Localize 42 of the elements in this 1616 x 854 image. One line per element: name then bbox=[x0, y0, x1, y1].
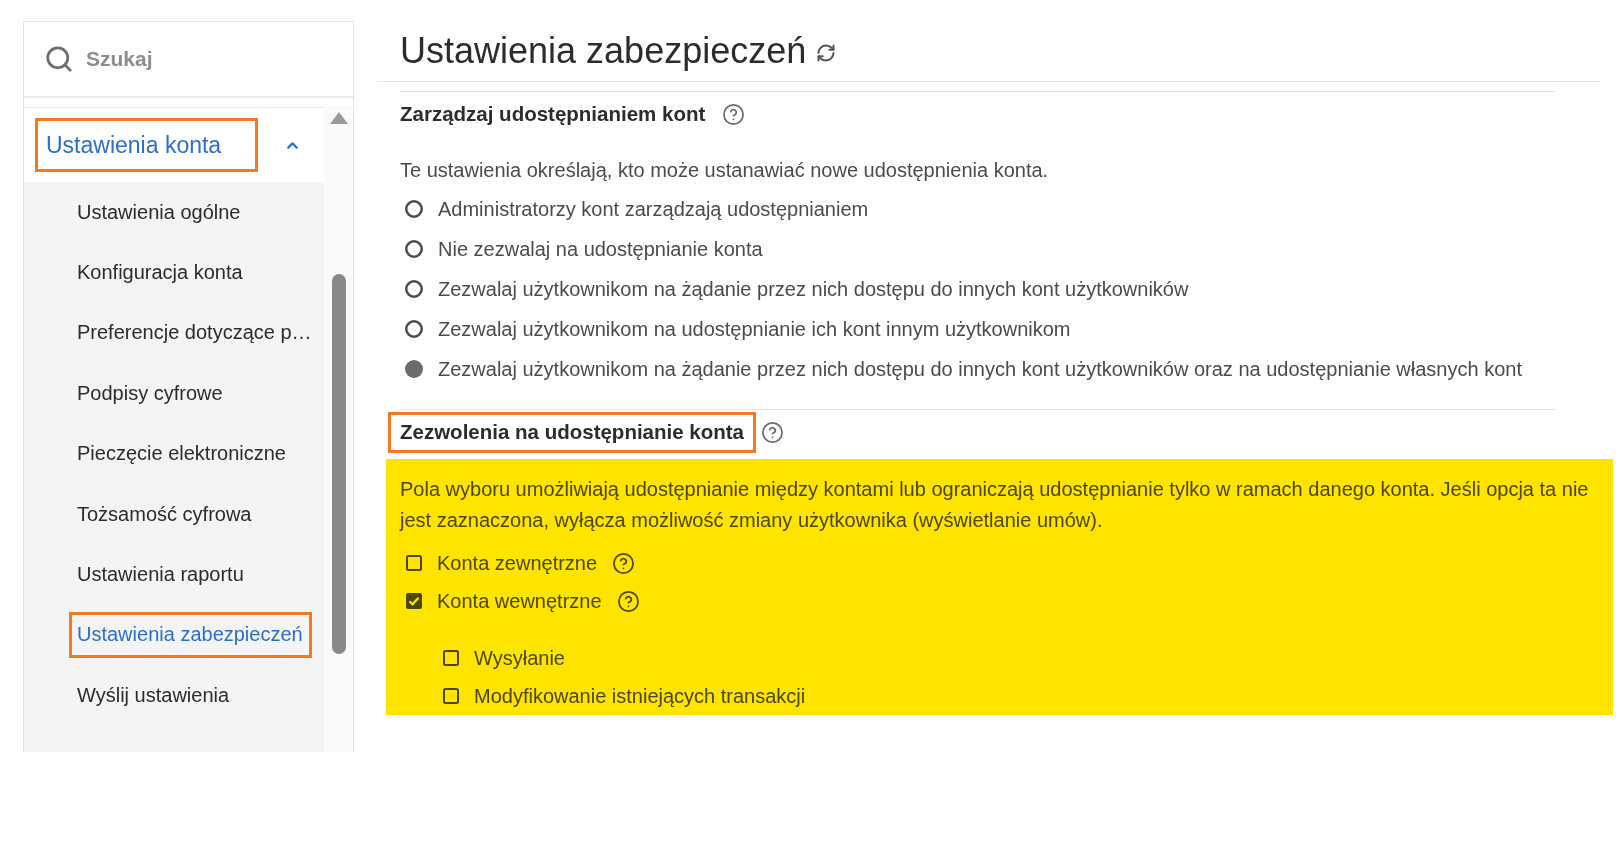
scrollbar-thumb[interactable] bbox=[331, 274, 346, 654]
refresh-icon[interactable] bbox=[816, 43, 837, 63]
option-label: Administratorzy kont zarządzają udostępnianiem bbox=[438, 197, 869, 221]
sidebar-item[interactable]: Tożsamość cyfrowa bbox=[69, 491, 261, 538]
checkbox[interactable] bbox=[443, 650, 459, 666]
help-icon[interactable] bbox=[616, 589, 640, 613]
checkbox[interactable] bbox=[443, 688, 459, 704]
help-icon[interactable] bbox=[761, 420, 784, 444]
section-heading: Zarządzaj udostępnianiem kont bbox=[399, 101, 707, 127]
option-label: Zezwalaj użytkownikom na żądanie przez nich dostępu do innych kont użytkowników oraz na udostępnianie własnych kont bbox=[438, 357, 1522, 381]
section-heading: Zezwolenia na udostępnianie konta bbox=[388, 411, 756, 453]
section-description: Pola wyboru umożliwiają udostępnianie między kontami lub ograniczają udostępnianie tylko w ramach danego konta. Jeśli opcja ta nie jest zaznaczona, wyłącza możliwość zmiany użytkownika (wyświetlanie umów). bbox=[400, 477, 1590, 533]
option-label: Konta wewnętrzne bbox=[437, 589, 602, 613]
checkbox[interactable] bbox=[406, 593, 422, 609]
option-label: Nie zezwalaj na udostępnianie konta bbox=[438, 237, 763, 261]
scroll-up-arrow-icon[interactable] bbox=[329, 112, 348, 124]
help-icon[interactable] bbox=[722, 102, 746, 126]
option-label: Modyfikowanie istniejących transakcji bbox=[474, 684, 806, 708]
radio-button[interactable] bbox=[405, 360, 423, 378]
search-field[interactable]: Szukaj bbox=[86, 42, 306, 76]
sidebar-item[interactable]: Wyślij ustawienia bbox=[69, 672, 239, 719]
option-label: Konta zewnętrzne bbox=[437, 551, 598, 575]
radio-button[interactable] bbox=[405, 280, 423, 298]
sidebar-item[interactable]: Pieczęcie elektroniczne bbox=[69, 430, 295, 477]
sidebar-item[interactable]: Preferencje dotyczące p… bbox=[69, 309, 321, 356]
sidebar-item[interactable]: Podpisy cyfrowe bbox=[69, 370, 232, 417]
option-label: Zezwalaj użytkownikom na żądanie przez nich dostępu do innych kont użytkowników bbox=[438, 277, 1189, 301]
sidebar-group-toggle[interactable]: Ustawienia konta bbox=[35, 118, 259, 172]
section-description: Te ustawienia określają, kto może ustanawiać nowe udostępnienia konta. bbox=[400, 158, 1050, 183]
radio-button[interactable] bbox=[405, 320, 423, 338]
radio-button[interactable] bbox=[405, 240, 423, 258]
sidebar-item[interactable]: Ustawienia ogólne bbox=[69, 189, 250, 236]
option-label: Zezwalaj użytkownikom na udostępnianie ich kont innym użytkownikom bbox=[438, 317, 1071, 341]
sidebar-item[interactable]: Konfiguracja konta bbox=[69, 249, 252, 296]
sidebar-item[interactable]: Ustawienia raportu bbox=[69, 551, 253, 598]
page-title: Ustawienia zabezpieczeń bbox=[400, 29, 807, 73]
option-label: Wysyłanie bbox=[474, 646, 565, 670]
checkbox[interactable] bbox=[406, 555, 422, 571]
search-icon bbox=[44, 44, 74, 74]
radio-button[interactable] bbox=[405, 200, 423, 218]
help-icon[interactable] bbox=[612, 551, 636, 575]
sidebar-item[interactable]: Ustawienia zabezpieczeń bbox=[69, 611, 312, 658]
